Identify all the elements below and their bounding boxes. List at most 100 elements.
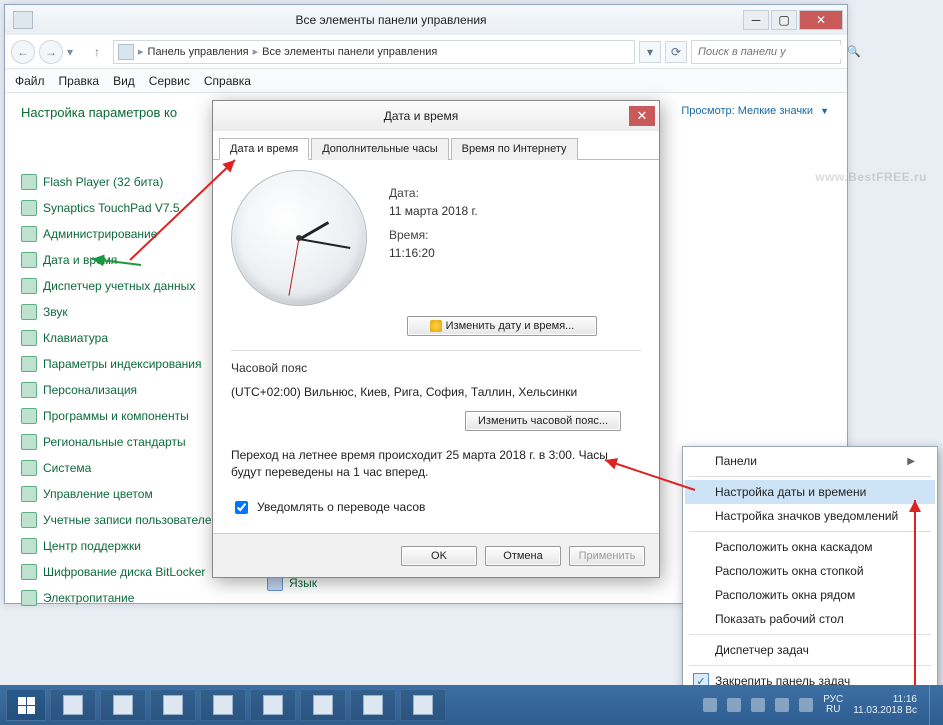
change-date-time-button[interactable]: Изменить дату и время... xyxy=(407,316,597,336)
ctx-label: Расположить окна рядом xyxy=(715,588,855,602)
taskbar[interactable]: РУС RU 11:16 11.03.2018 Вс xyxy=(0,685,943,725)
menu-help[interactable]: Справка xyxy=(204,74,251,88)
tray-network-icon[interactable] xyxy=(799,698,813,712)
tray-overflow-icon[interactable] xyxy=(703,698,717,712)
windows-logo-icon xyxy=(18,697,35,714)
item-label: Система xyxy=(43,461,91,475)
item-label: Дата и время xyxy=(43,253,117,267)
button-label: Применить xyxy=(579,550,636,562)
up-button[interactable]: ↑ xyxy=(85,40,109,64)
button-label: Отмена xyxy=(503,550,542,562)
notify-checkbox-row[interactable]: Уведомлять о переводе часов xyxy=(231,498,641,517)
ctx-stack[interactable]: Расположить окна стопкой xyxy=(685,559,935,583)
search-icon: 🔍 xyxy=(847,45,861,58)
dialog-titlebar[interactable]: Дата и время ✕ xyxy=(213,101,659,131)
breadcrumb[interactable]: ▸ Панель управления ▸ Все элементы панел… xyxy=(113,40,635,64)
taskbar-item[interactable] xyxy=(150,689,196,721)
uac-shield-icon xyxy=(430,320,442,332)
titlebar[interactable]: Все элементы панели управления ─ ▢ ✕ xyxy=(5,5,847,35)
applet-icon xyxy=(21,304,37,320)
taskbar-item[interactable] xyxy=(350,689,396,721)
app-icon xyxy=(213,695,233,715)
taskbar-item[interactable] xyxy=(200,689,246,721)
menu-file[interactable]: Файл xyxy=(15,74,45,88)
ctx-side[interactable]: Расположить окна рядом xyxy=(685,583,935,607)
tray-language[interactable]: РУС RU xyxy=(823,695,843,715)
taskbar-item[interactable] xyxy=(50,689,96,721)
notify-checkbox[interactable] xyxy=(235,501,248,514)
date-time-dialog: Дата и время ✕ Дата и время Дополнительн… xyxy=(212,100,660,578)
show-desktop-button[interactable] xyxy=(929,685,937,725)
maximize-button[interactable]: ▢ xyxy=(771,10,797,30)
clock-date: 11.03.2018 Вс xyxy=(853,705,917,717)
window-title: Все элементы панели управления xyxy=(41,13,741,27)
dst-text: Переход на летнее время происходит 25 ма… xyxy=(231,447,641,482)
applet-icon xyxy=(21,252,37,268)
taskbar-item[interactable] xyxy=(400,689,446,721)
clock-minute-hand xyxy=(299,238,351,249)
go-dropdown[interactable]: ▾ xyxy=(639,41,661,63)
ok-button[interactable]: OK xyxy=(401,546,477,566)
ctx-cascade[interactable]: Расположить окна каскадом xyxy=(685,535,935,559)
taskbar-item[interactable] xyxy=(250,689,296,721)
menu-tools[interactable]: Сервис xyxy=(149,74,190,88)
close-button[interactable]: ✕ xyxy=(799,10,843,30)
system-tray[interactable]: РУС RU 11:16 11.03.2018 Вс xyxy=(703,694,925,717)
minimize-button[interactable]: ─ xyxy=(743,10,769,30)
search-box[interactable]: 🔍 xyxy=(691,40,841,64)
ctx-label: Панели xyxy=(715,454,757,468)
tray-volume-icon[interactable] xyxy=(775,698,789,712)
history-dropdown[interactable]: ▾ xyxy=(67,45,81,59)
back-button[interactable]: ← xyxy=(11,40,35,64)
separator xyxy=(689,665,931,666)
view-selector[interactable]: Просмотр: Мелкие значки ▼ xyxy=(681,105,829,117)
dialog-title: Дата и время xyxy=(213,109,629,123)
change-timezone-button[interactable]: Изменить часовой пояс... xyxy=(465,411,621,431)
app-icon xyxy=(363,695,383,715)
separator xyxy=(689,634,931,635)
applet-icon xyxy=(21,356,37,372)
taskbar-context-menu: Панели ▶ Настройка даты и времени Настро… xyxy=(682,446,938,720)
app-icon xyxy=(163,695,183,715)
applet-icon xyxy=(21,590,37,606)
cancel-button[interactable]: Отмена xyxy=(485,546,561,566)
tray-clock[interactable]: 11:16 11.03.2018 Вс xyxy=(853,694,917,717)
item-label: Flash Player (32 бита) xyxy=(43,175,163,189)
item-label: Звук xyxy=(43,305,68,319)
tray-icon[interactable] xyxy=(727,698,741,712)
app-icon xyxy=(63,695,83,715)
ctx-date-time-settings[interactable]: Настройка даты и времени xyxy=(685,480,935,504)
breadcrumb-current[interactable]: Все элементы панели управления xyxy=(262,46,437,58)
tab-internet-time[interactable]: Время по Интернету xyxy=(451,138,578,160)
ctx-panels[interactable]: Панели ▶ xyxy=(685,449,935,473)
date-label: Дата: xyxy=(389,186,478,200)
applet-icon xyxy=(21,174,37,190)
ctx-notification-icons[interactable]: Настройка значков уведомлений xyxy=(685,504,935,528)
taskbar-item[interactable] xyxy=(100,689,146,721)
watermark: www.BestFREE.ru xyxy=(815,170,927,184)
search-input[interactable] xyxy=(696,45,843,59)
tab-date-time[interactable]: Дата и время xyxy=(219,138,309,160)
menu-view[interactable]: Вид xyxy=(113,74,135,88)
dialog-close-button[interactable]: ✕ xyxy=(629,106,655,126)
item-label: Программы и компоненты xyxy=(43,409,189,423)
ctx-task-manager[interactable]: Диспетчер задач xyxy=(685,638,935,662)
menu-edit[interactable]: Правка xyxy=(59,74,100,88)
timezone-heading: Часовой пояс xyxy=(231,361,641,375)
forward-button[interactable]: → xyxy=(39,40,63,64)
view-value: Мелкие значки xyxy=(738,105,813,117)
item-label: Учетные записи пользователе xyxy=(43,513,212,527)
app-icon xyxy=(13,11,33,29)
refresh-button[interactable]: ⟳ xyxy=(665,41,687,63)
separator xyxy=(689,531,931,532)
tray-icon[interactable] xyxy=(751,698,765,712)
taskbar-item[interactable] xyxy=(300,689,346,721)
ctx-label: Настройка значков уведомлений xyxy=(715,509,898,523)
breadcrumb-root[interactable]: Панель управления xyxy=(148,46,249,58)
applet-icon xyxy=(21,382,37,398)
ctx-show-desktop[interactable]: Показать рабочий стол xyxy=(685,607,935,631)
start-button[interactable] xyxy=(6,689,46,721)
item-label: Электропитание xyxy=(43,591,134,605)
apply-button[interactable]: Применить xyxy=(569,546,645,566)
tab-additional-clocks[interactable]: Дополнительные часы xyxy=(311,138,448,160)
